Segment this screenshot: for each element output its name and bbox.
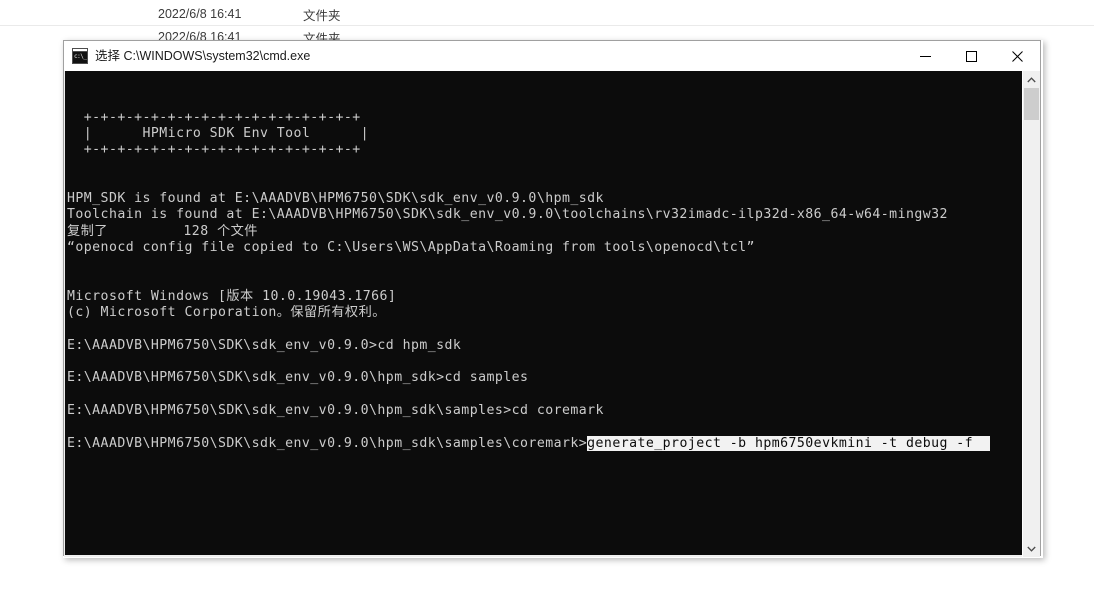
console-line: Toolchain is found at E:\AAADVB\HPM6750\… (67, 207, 948, 223)
scrollbar-track[interactable] (1023, 88, 1040, 540)
console-line: +-+-+-+-+-+-+-+-+-+-+-+-+-+-+-+-+ (67, 109, 361, 125)
console-line: E:\AAADVB\HPM6750\SDK\sdk_env_v0.9.0\hpm… (67, 402, 604, 418)
title-bar[interactable]: c:\_ 选择 C:\WINDOWS\system32\cmd.exe (64, 41, 1040, 71)
minimize-button[interactable] (902, 41, 948, 71)
console-line: | HPMicro SDK Env Tool | (67, 125, 370, 141)
console-line: HPM_SDK is found at E:\AAADVB\HPM6750\SD… (67, 191, 604, 207)
window-title: 选择 C:\WINDOWS\system32\cmd.exe (95, 49, 311, 63)
console-window[interactable]: c:\_ 选择 C:\WINDOWS\system32\cmd.exe +-+-… (63, 40, 1041, 557)
console-line: E:\AAADVB\HPM6750\SDK\sdk_env_v0.9.0>cd … (67, 337, 462, 353)
console-line: E:\AAADVB\HPM6750\SDK\sdk_env_v0.9.0\hpm… (67, 370, 529, 386)
selected-command-text[interactable]: generate_project -b hpm6750evkmini -t de… (587, 435, 990, 451)
console-line: (c) Microsoft Corporation。保留所有权利。 (67, 305, 386, 321)
console-screen[interactable]: +-+-+-+-+-+-+-+-+-+-+-+-+-+-+-+-+ | HPMi… (65, 71, 1023, 555)
console-line: +-+-+-+-+-+-+-+-+-+-+-+-+-+-+-+-+ (67, 142, 361, 158)
scroll-down-arrow-icon[interactable] (1023, 540, 1040, 557)
cmd-icon: c:\_ (72, 48, 88, 64)
scroll-up-arrow-icon[interactable] (1023, 71, 1040, 88)
console-line: “openocd config file copied to C:\Users\… (67, 239, 755, 255)
close-button[interactable] (994, 41, 1040, 71)
console-line: 复制了 128 个文件 (67, 223, 258, 239)
scrollbar-thumb[interactable] (1024, 88, 1039, 120)
maximize-button[interactable] (948, 41, 994, 71)
explorer-row[interactable]: 2022/6/8 16:41 文件夹 (0, 3, 1094, 25)
console-client-area: +-+-+-+-+-+-+-+-+-+-+-+-+-+-+-+-+ | HPMi… (64, 71, 1040, 557)
explorer-row-date: 2022/6/8 16:41 (158, 7, 242, 21)
console-output: +-+-+-+-+-+-+-+-+-+-+-+-+-+-+-+-+ | HPMi… (67, 77, 990, 452)
window-controls (902, 41, 1040, 71)
prompt-path: E:\AAADVB\HPM6750\SDK\sdk_env_v0.9.0\hpm… (67, 435, 588, 451)
cmd-icon-glyph: c:\_ (73, 52, 87, 63)
console-line: Microsoft Windows [版本 10.0.19043.1766] (67, 288, 397, 304)
console-prompt-line: E:\AAADVB\HPM6750\SDK\sdk_env_v0.9.0\hpm… (67, 435, 990, 452)
explorer-row-type: 文件夹 (303, 8, 341, 23)
console-scrollbar[interactable] (1022, 71, 1040, 557)
